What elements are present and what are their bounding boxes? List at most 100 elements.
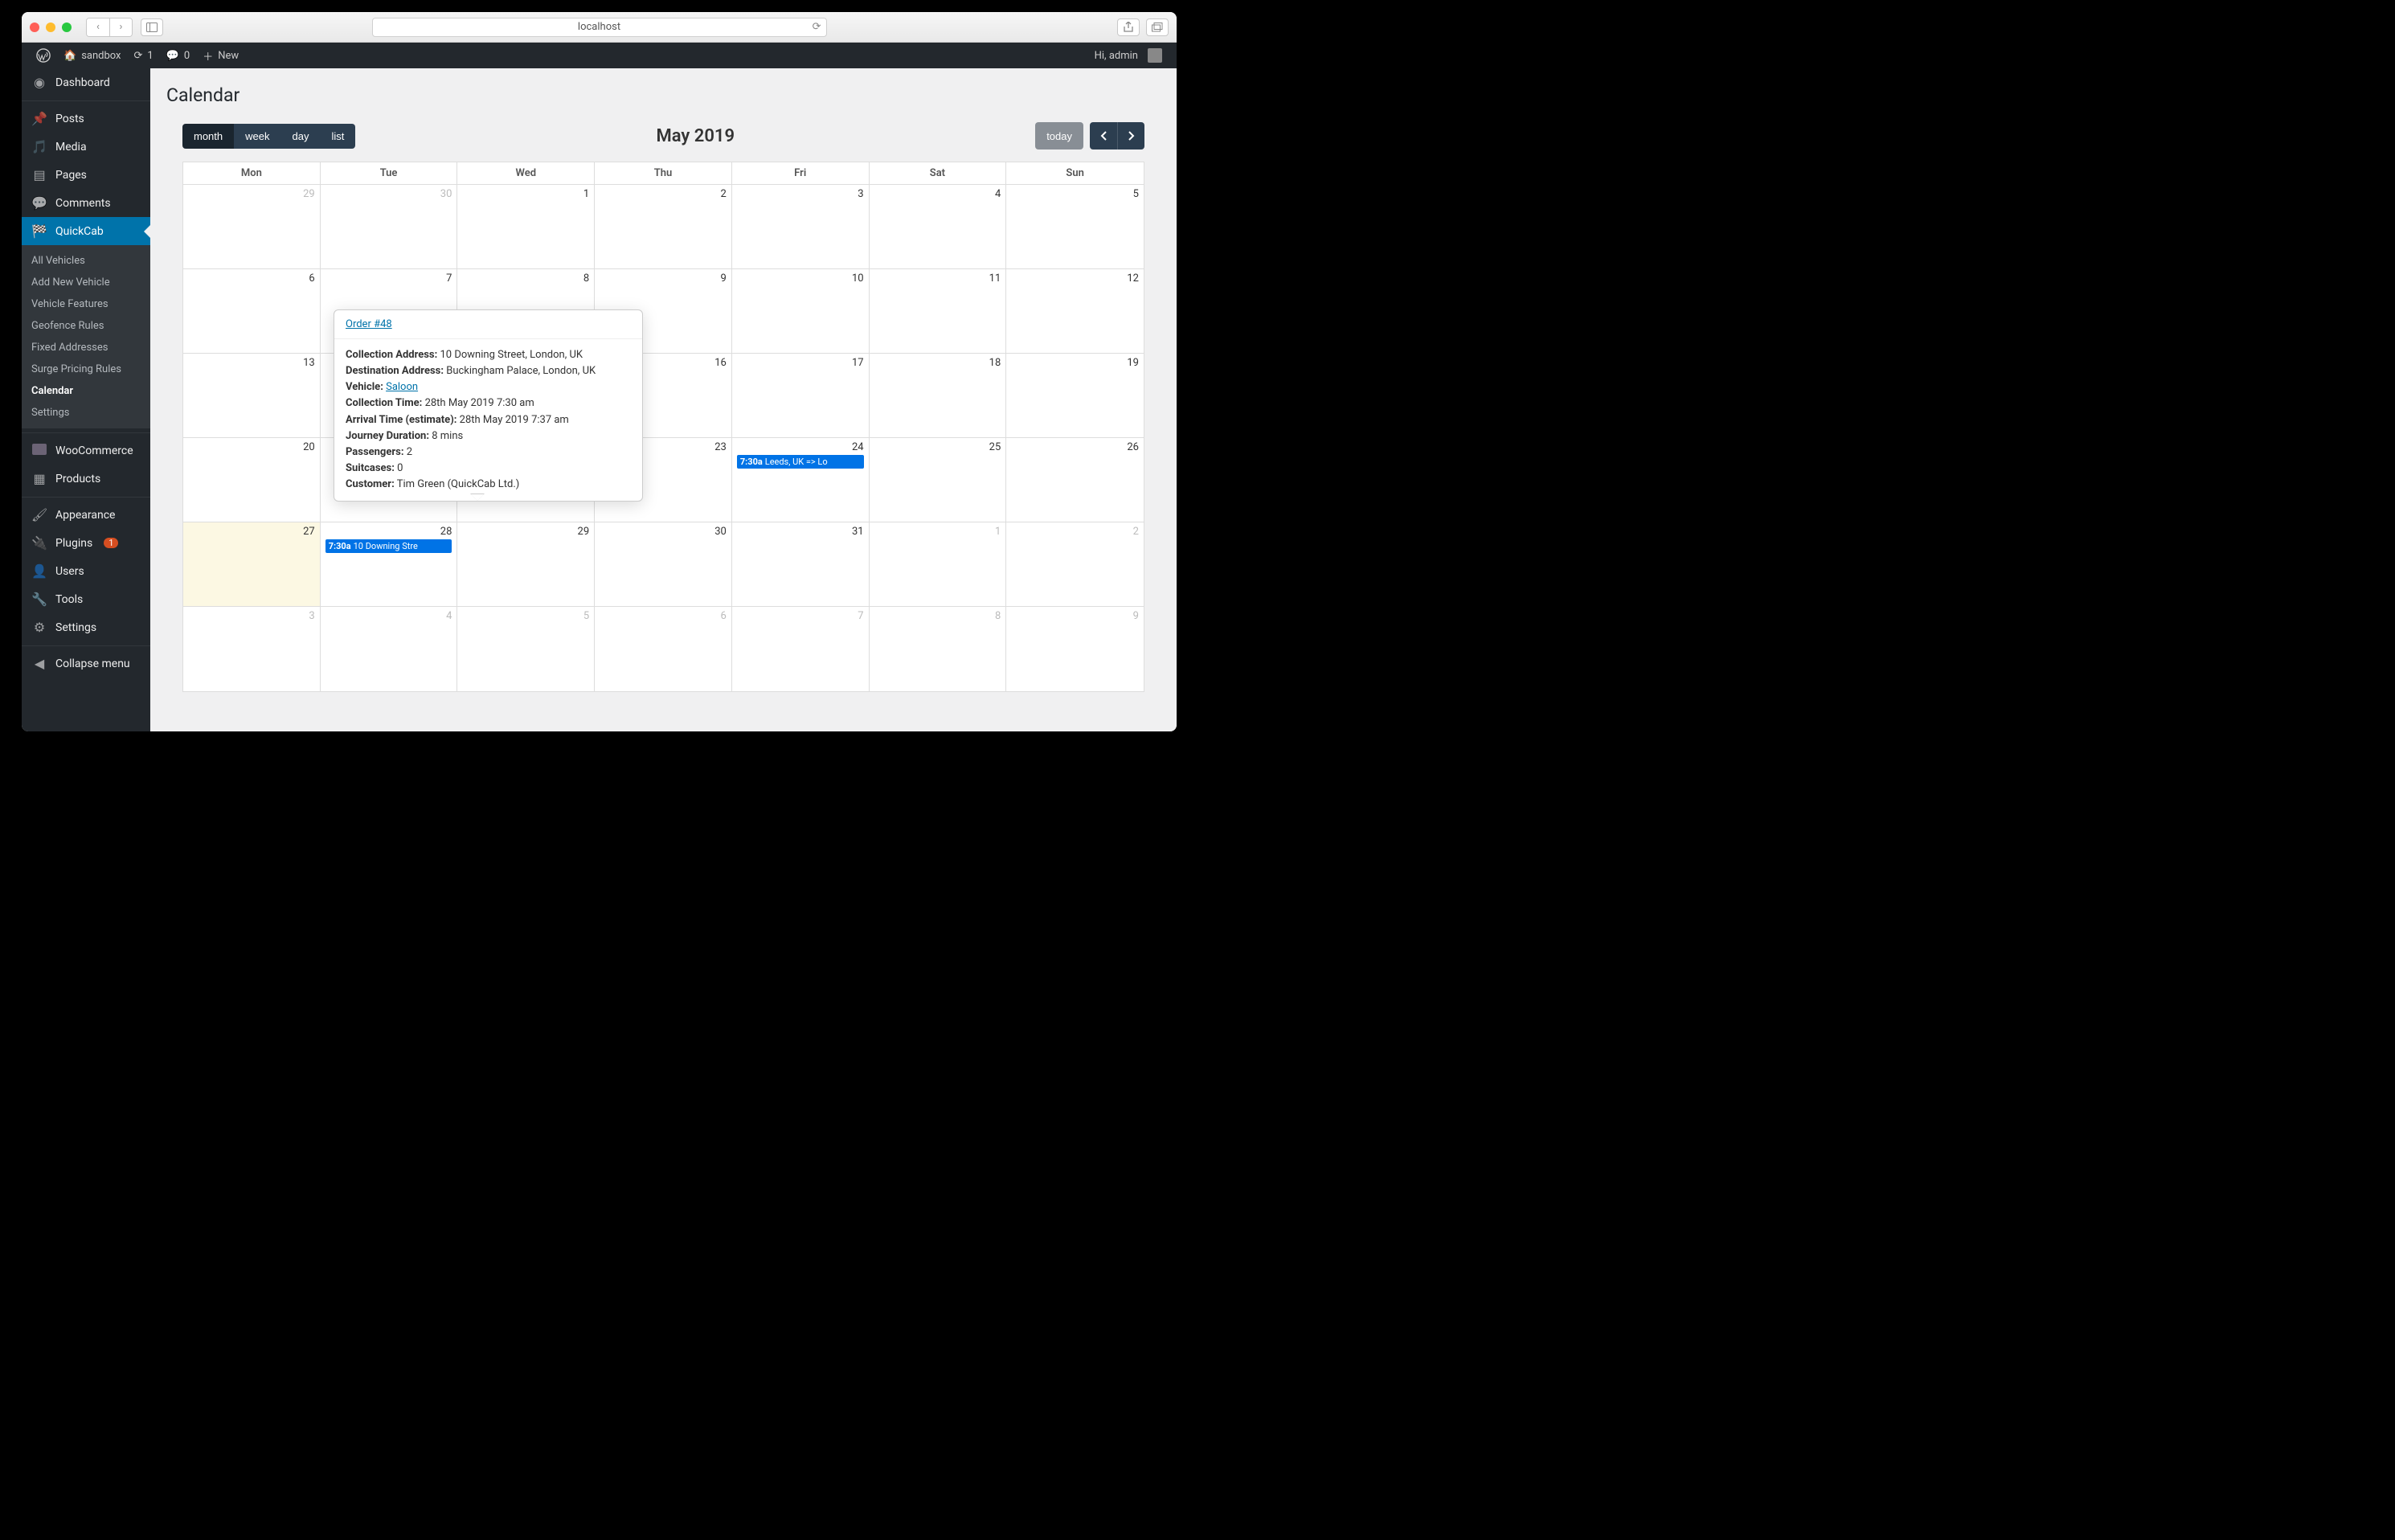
day-cell[interactable]: 3 (183, 607, 321, 691)
dow-header: Fri (732, 162, 870, 185)
back-button[interactable]: ‹ (87, 18, 109, 36)
day-cell[interactable]: 26 (1006, 438, 1144, 522)
menu-users[interactable]: 👤Users (22, 557, 150, 585)
day-cell[interactable]: 9 (1006, 607, 1144, 691)
day-cell[interactable]: 4 (870, 185, 1007, 268)
day-cell[interactable]: 30 (595, 522, 732, 606)
day-cell[interactable]: 29 (457, 522, 595, 606)
menu-plugins[interactable]: 🔌Plugins1 (22, 529, 150, 557)
menu-quickcab[interactable]: 🏁QuickCab (22, 217, 150, 245)
sub-calendar[interactable]: Calendar (22, 380, 150, 402)
today-button[interactable]: today (1035, 122, 1083, 149)
sub-fixed-addresses[interactable]: Fixed Addresses (22, 337, 150, 358)
menu-woocommerce[interactable]: WooCommerce (22, 436, 150, 465)
day-cell[interactable]: 12 (1006, 269, 1144, 353)
day-cell[interactable]: 8 (870, 607, 1007, 691)
collapse-icon: ◀ (31, 656, 47, 671)
menu-pages[interactable]: ▤Pages (22, 161, 150, 189)
dow-header: Sat (870, 162, 1007, 185)
url-bar[interactable]: localhost ⟳ (372, 18, 827, 37)
sub-all-vehicles[interactable]: All Vehicles (22, 250, 150, 272)
calendar-event[interactable]: 7:30a10 Downing Stre (325, 539, 452, 553)
day-cell[interactable]: 27 (183, 522, 321, 606)
menu-appearance[interactable]: 🖌Appearance (22, 501, 150, 529)
day-cell[interactable]: 19 (1006, 354, 1144, 437)
menu-tools[interactable]: 🔧Tools (22, 585, 150, 613)
sub-add-vehicle[interactable]: Add New Vehicle (22, 272, 150, 293)
day-number: 25 (874, 441, 1001, 453)
day-cell[interactable]: 287:30a10 Downing Stre (321, 522, 458, 606)
reload-icon[interactable]: ⟳ (813, 21, 821, 33)
traffic-lights (30, 23, 72, 32)
tabs-icon[interactable] (1146, 18, 1169, 36)
next-button[interactable] (1117, 122, 1144, 149)
prev-button[interactable] (1090, 122, 1117, 149)
day-cell[interactable]: 2 (1006, 522, 1144, 606)
day-cell[interactable]: 247:30aLeeds, UK => Lo (732, 438, 870, 522)
brush-icon: 🖌 (31, 507, 47, 522)
forward-button[interactable]: › (109, 18, 132, 36)
account-link[interactable]: Hi, admin (1088, 43, 1169, 68)
day-cell[interactable]: 2 (595, 185, 732, 268)
day-number: 8 (874, 610, 1001, 622)
calendar-toolbar: month week day list May 2019 today (182, 122, 1144, 149)
wp-logo[interactable] (30, 43, 57, 68)
day-cell[interactable]: 20 (183, 438, 321, 522)
order-link[interactable]: Order #48 (346, 318, 392, 330)
calendar-event[interactable]: 7:30aLeeds, UK => Lo (737, 455, 864, 469)
day-cell[interactable]: 4 (321, 607, 458, 691)
day-number: 20 (188, 441, 315, 453)
day-cell[interactable]: 13 (183, 354, 321, 437)
menu-posts[interactable]: 📌Posts (22, 104, 150, 133)
view-list[interactable]: list (320, 124, 355, 149)
maximize-button[interactable] (62, 23, 72, 32)
day-number: 7 (737, 610, 864, 622)
view-week[interactable]: week (234, 124, 280, 149)
new-link[interactable]: ＋New (196, 43, 245, 68)
day-cell[interactable]: 1 (870, 522, 1007, 606)
minimize-button[interactable] (46, 23, 55, 32)
gauge-icon: 🏁 (31, 223, 47, 239)
dow-header: Thu (595, 162, 732, 185)
day-cell[interactable]: 5 (457, 607, 595, 691)
menu-media[interactable]: 🎵Media (22, 133, 150, 161)
day-cell[interactable]: 6 (595, 607, 732, 691)
week-row: 3456789 (183, 607, 1144, 691)
view-day[interactable]: day (281, 124, 321, 149)
sub-geofence[interactable]: Geofence Rules (22, 315, 150, 337)
share-icon[interactable] (1117, 18, 1140, 36)
menu-settings[interactable]: ⚙Settings (22, 613, 150, 641)
menu-comments[interactable]: 💬Comments (22, 189, 150, 217)
sub-settings[interactable]: Settings (22, 402, 150, 424)
vehicle-link[interactable]: Saloon (386, 381, 418, 393)
day-cell[interactable]: 3 (732, 185, 870, 268)
comments-link[interactable]: 💬0 (160, 43, 197, 68)
day-cell[interactable]: 11 (870, 269, 1007, 353)
avatar (1148, 48, 1162, 63)
sub-vehicle-features[interactable]: Vehicle Features (22, 293, 150, 315)
day-cell[interactable]: 29 (183, 185, 321, 268)
day-cell[interactable]: 5 (1006, 185, 1144, 268)
view-month[interactable]: month (182, 124, 234, 149)
day-cell[interactable]: 17 (732, 354, 870, 437)
day-cell[interactable]: 6 (183, 269, 321, 353)
day-cell[interactable]: 10 (732, 269, 870, 353)
day-cell[interactable]: 1 (457, 185, 595, 268)
site-link[interactable]: 🏠sandbox (57, 43, 128, 68)
updates-link[interactable]: ⟳1 (128, 43, 160, 68)
sub-surge-pricing[interactable]: Surge Pricing Rules (22, 358, 150, 380)
day-cell[interactable]: 31 (732, 522, 870, 606)
dashboard-icon: ◉ (31, 75, 47, 90)
user-icon: 👤 (31, 563, 47, 579)
day-number: 5 (462, 610, 589, 622)
day-cell[interactable]: 7 (732, 607, 870, 691)
collapse-menu[interactable]: ◀Collapse menu (22, 649, 150, 678)
day-cell[interactable]: 18 (870, 354, 1007, 437)
menu-dashboard[interactable]: ◉Dashboard (22, 68, 150, 96)
close-button[interactable] (30, 23, 39, 32)
sidebar-toggle-icon[interactable] (141, 18, 163, 36)
day-cell[interactable]: 25 (870, 438, 1007, 522)
menu-products[interactable]: ▦Products (22, 465, 150, 493)
day-number: 28 (325, 526, 452, 538)
day-cell[interactable]: 30 (321, 185, 458, 268)
